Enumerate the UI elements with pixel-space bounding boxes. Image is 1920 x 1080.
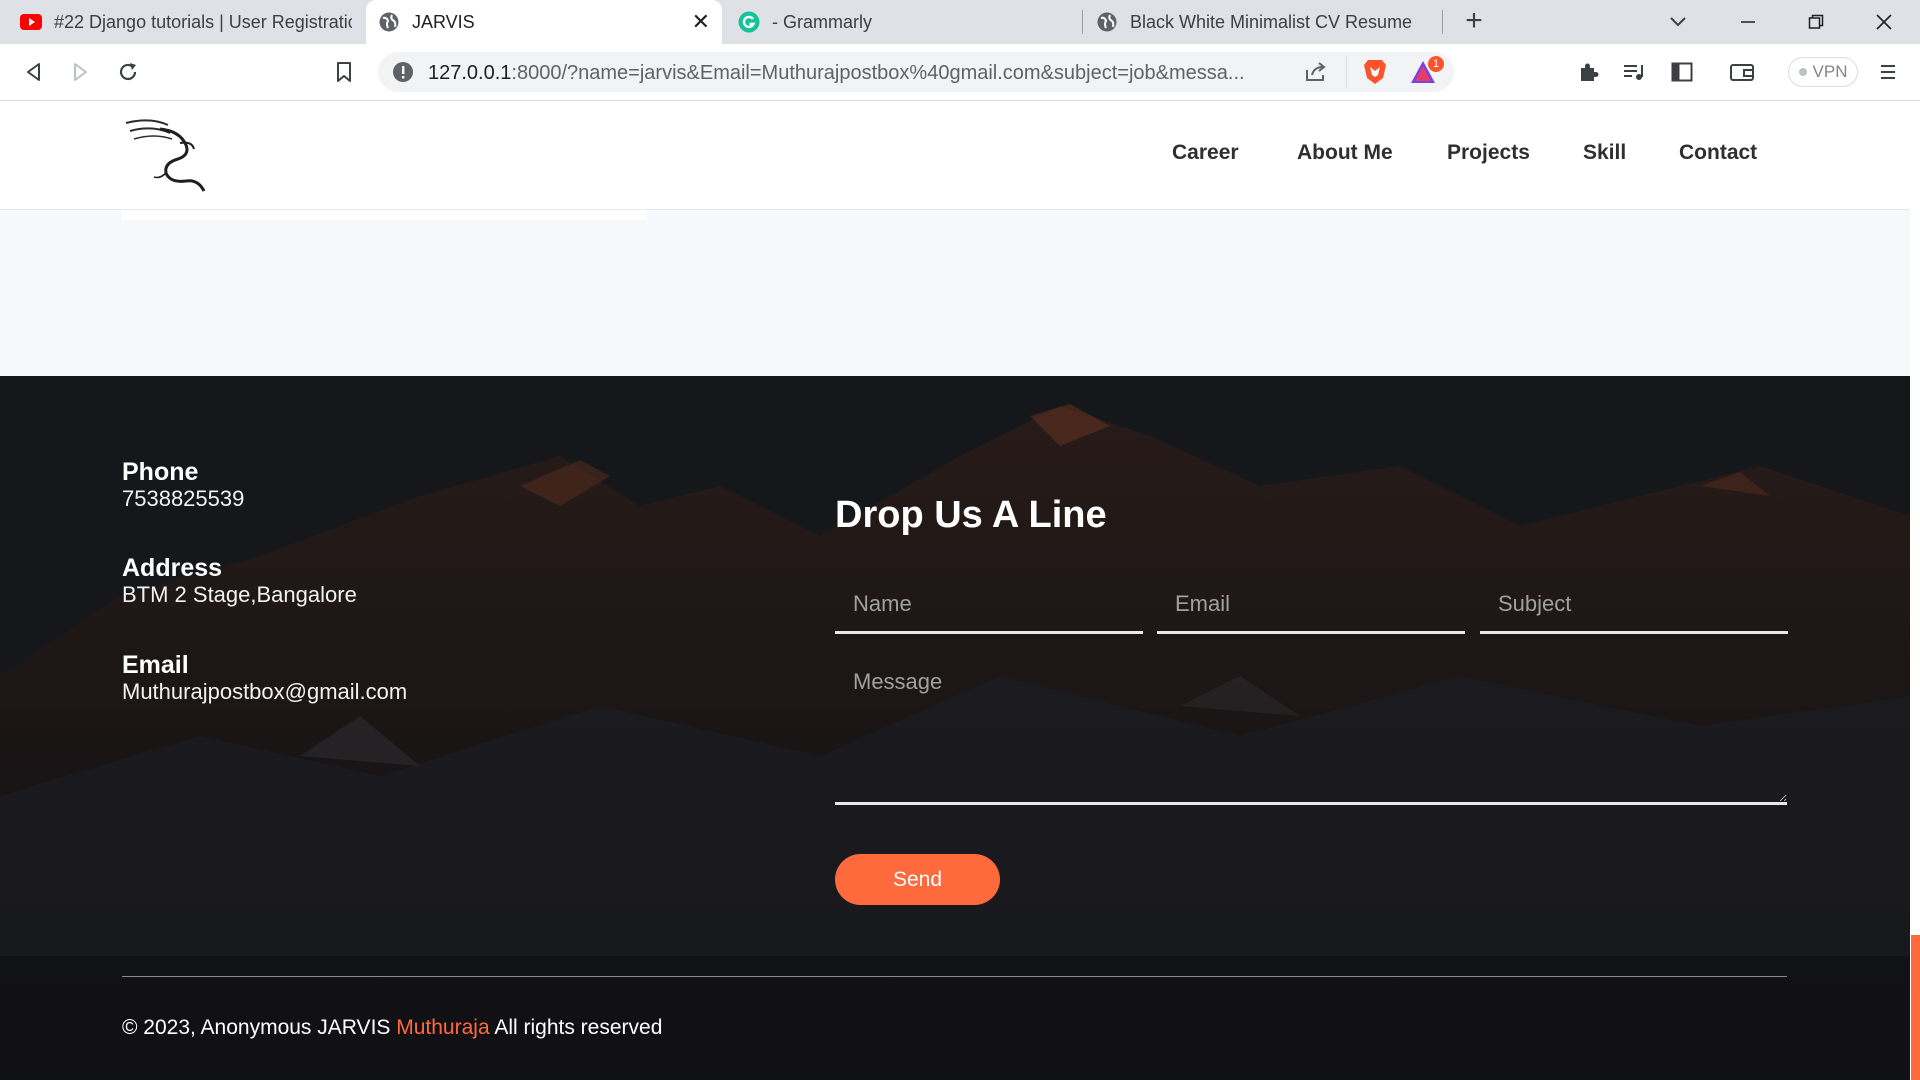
nav-projects[interactable]: Projects	[1447, 141, 1530, 165]
tab-separator	[1082, 10, 1083, 34]
dragon-logo[interactable]	[120, 113, 212, 195]
tab-separator	[1442, 10, 1443, 34]
omnibox-divider	[1346, 56, 1347, 88]
message-textarea[interactable]	[835, 659, 1787, 805]
brave-rewards-icon[interactable]: 1	[1410, 56, 1444, 91]
contact-footer: Phone 7538825539 Address BTM 2 Stage,Ban…	[0, 376, 1910, 1080]
card-bottom-edge	[122, 210, 647, 220]
tab-grammarly[interactable]: - Grammarly	[726, 0, 1082, 44]
globe-icon	[378, 11, 400, 33]
youtube-icon	[20, 11, 42, 33]
reload-icon[interactable]	[112, 56, 144, 88]
previous-section-bottom	[0, 210, 1910, 376]
extensions-icon[interactable]	[1572, 56, 1604, 88]
nav-about-me[interactable]: About Me	[1297, 141, 1393, 165]
url-host: 127.0.0.1	[428, 62, 512, 84]
site-header: Career About Me Projects Skill Contact	[0, 101, 1910, 210]
rewards-badge: 1	[1428, 56, 1444, 72]
globe-icon	[1096, 11, 1118, 33]
back-icon[interactable]	[18, 56, 50, 88]
tab-title: - Grammarly	[772, 11, 872, 32]
tab-django-tutorials[interactable]: #22 Django tutorials | User Registratio	[8, 0, 364, 44]
tab-title: #22 Django tutorials | User Registratio	[54, 11, 352, 32]
scrollbar-thumb[interactable]	[1911, 935, 1920, 1080]
email-input[interactable]	[1157, 576, 1465, 634]
sidebar-icon[interactable]	[1666, 56, 1698, 88]
scrollbar-track[interactable]	[1910, 101, 1920, 1080]
tab-jarvis[interactable]: JARVIS ✕	[366, 0, 722, 44]
tab-cv-resume[interactable]: Black White Minimalist CV Resume	[1084, 0, 1440, 44]
copyright-text: © 2023, Anonymous JARVIS Muthuraja All r…	[122, 1016, 662, 1040]
name-input[interactable]	[835, 576, 1143, 634]
nav-skill[interactable]: Skill	[1583, 141, 1626, 165]
nav-contact[interactable]: Contact	[1679, 141, 1757, 165]
wallet-icon[interactable]	[1726, 56, 1758, 88]
vpn-button[interactable]: VPN	[1788, 57, 1858, 87]
tab-title: Black White Minimalist CV Resume	[1130, 11, 1413, 32]
grammarly-icon	[738, 11, 760, 33]
close-window-icon[interactable]	[1856, 0, 1912, 44]
subject-input[interactable]	[1480, 576, 1788, 634]
brave-shields-icon[interactable]	[1362, 58, 1388, 91]
nav-career[interactable]: Career	[1172, 141, 1239, 165]
address-value: BTM 2 Stage,Bangalore	[122, 582, 357, 607]
site-info-icon[interactable]	[392, 61, 414, 88]
restore-icon[interactable]	[1788, 0, 1844, 44]
close-icon[interactable]: ✕	[692, 9, 710, 35]
phone-value: 7538825539	[122, 486, 245, 511]
tab-search-icon[interactable]	[1650, 0, 1706, 44]
send-button[interactable]: Send	[835, 854, 1000, 905]
copyright-author-link[interactable]: Muthuraja	[396, 1016, 489, 1039]
address-bar[interactable]: 127.0.0.1:8000/?name=jarvis&Email=Muthur…	[378, 52, 1454, 92]
browser-toolbar: 127.0.0.1:8000/?name=jarvis&Email=Muthur…	[0, 44, 1920, 101]
new-tab-button[interactable]: +	[1458, 6, 1490, 38]
minimize-icon[interactable]	[1720, 0, 1776, 44]
share-icon[interactable]	[1304, 61, 1328, 88]
copyright-suffix: All rights reserved	[489, 1016, 663, 1039]
phone-label: Phone	[122, 458, 199, 486]
url-text[interactable]: 127.0.0.1:8000/?name=jarvis&Email=Muthur…	[428, 62, 1258, 85]
vpn-status-dot	[1798, 68, 1807, 76]
tab-title: JARVIS	[412, 11, 475, 32]
browser-tab-bar: #22 Django tutorials | User Registratio …	[0, 0, 1920, 44]
bookmark-icon[interactable]	[328, 56, 360, 88]
form-title: Drop Us A Line	[835, 494, 1107, 536]
footer-divider	[122, 976, 1787, 977]
vpn-label: VPN	[1812, 62, 1848, 81]
forward-icon[interactable]	[64, 56, 96, 88]
email-label: Email	[122, 651, 189, 679]
playlist-icon[interactable]	[1618, 56, 1650, 88]
address-label: Address	[122, 554, 223, 582]
url-path: :8000/?name=jarvis&Email=Muthurajpostbox…	[511, 62, 1245, 84]
menu-icon[interactable]	[1872, 56, 1904, 88]
copyright-prefix: © 2023, Anonymous JARVIS	[122, 1016, 397, 1039]
email-value: Muthurajpostbox@gmail.com	[122, 679, 408, 704]
